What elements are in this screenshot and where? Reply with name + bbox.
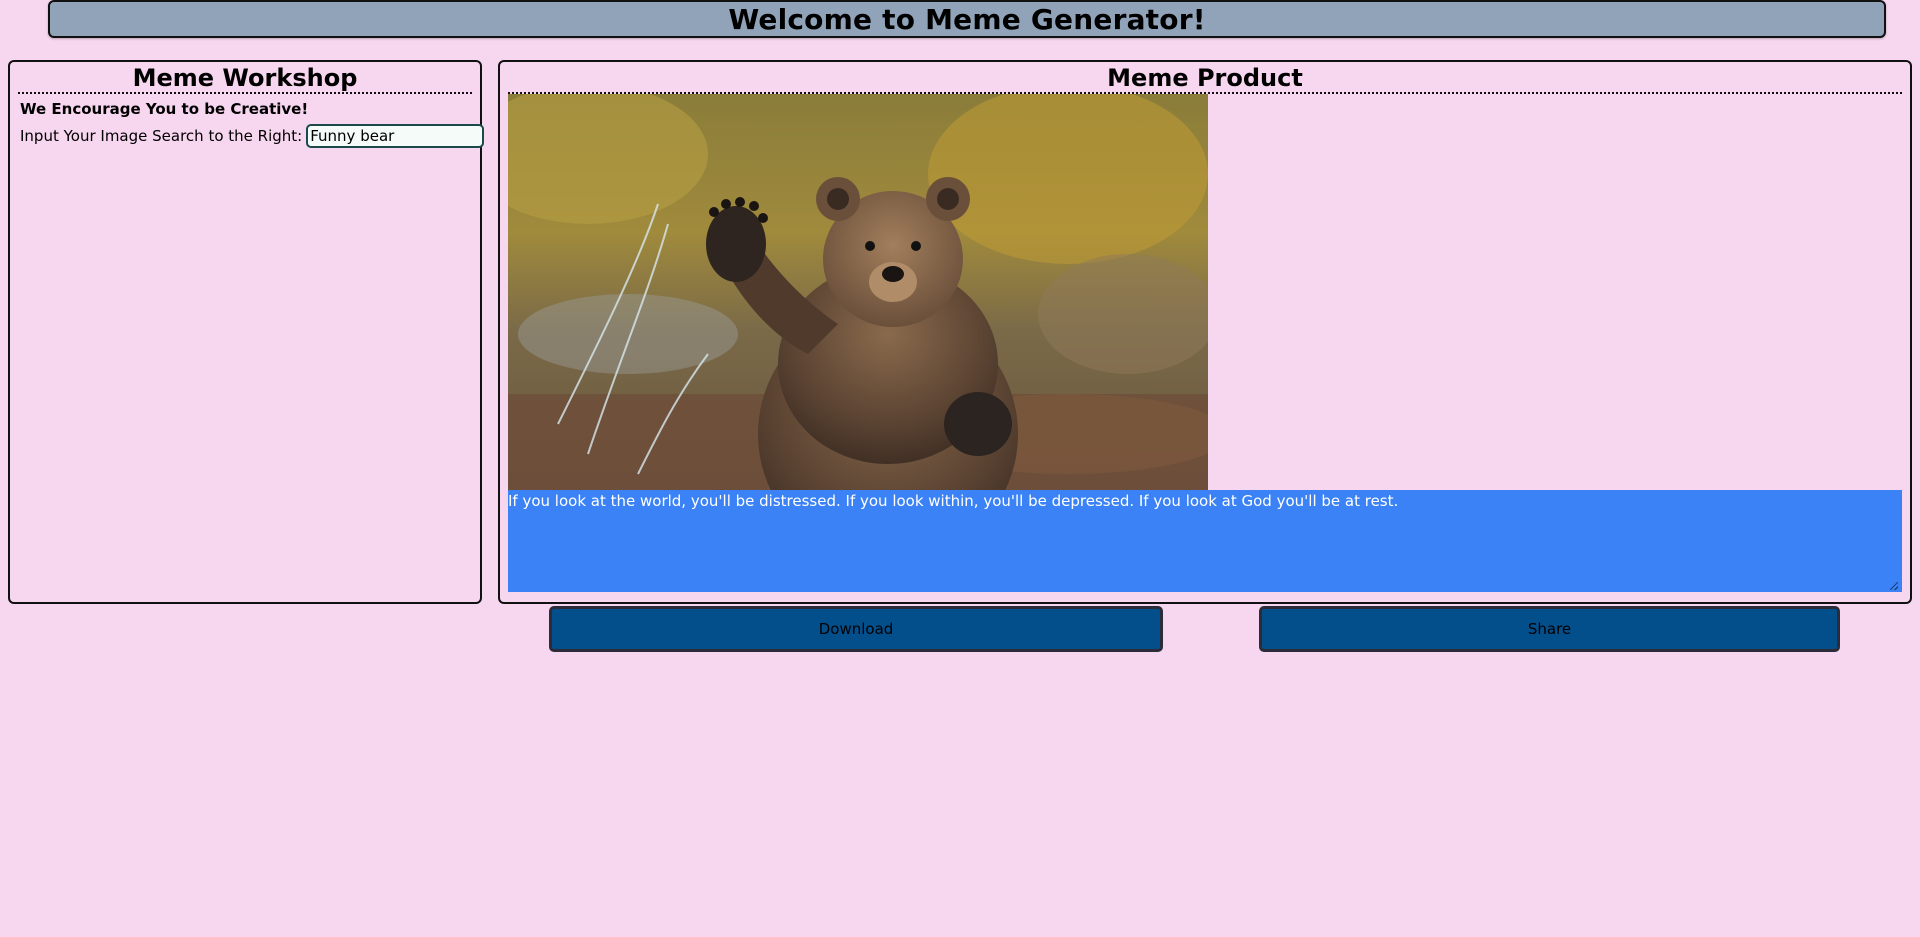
image-search-row: Input Your Image Search to the Right:	[20, 124, 485, 148]
meme-workshop-panel: Meme Workshop We Encourage You to be Cre…	[8, 60, 485, 604]
page-title: Welcome to Meme Generator!	[728, 2, 1206, 36]
workshop-title: Meme Workshop	[18, 62, 472, 94]
workshop-subtitle: We Encourage You to be Creative!	[20, 100, 309, 118]
meme-image	[508, 94, 1208, 490]
download-button[interactable]: Download	[549, 606, 1163, 652]
image-search-input[interactable]	[306, 124, 485, 148]
bear-photo	[508, 94, 1208, 490]
app-header: Welcome to Meme Generator!	[48, 0, 1886, 38]
product-title: Meme Product	[508, 62, 1902, 94]
image-search-label: Input Your Image Search to the Right:	[20, 127, 303, 145]
meme-caption-textarea[interactable]: If you look at the world, you'll be dist…	[508, 490, 1902, 592]
resize-grip-icon[interactable]	[1890, 582, 1898, 590]
share-button[interactable]: Share	[1259, 606, 1840, 652]
meme-product-panel: Meme Product If you look at the world, y…	[498, 60, 1912, 604]
